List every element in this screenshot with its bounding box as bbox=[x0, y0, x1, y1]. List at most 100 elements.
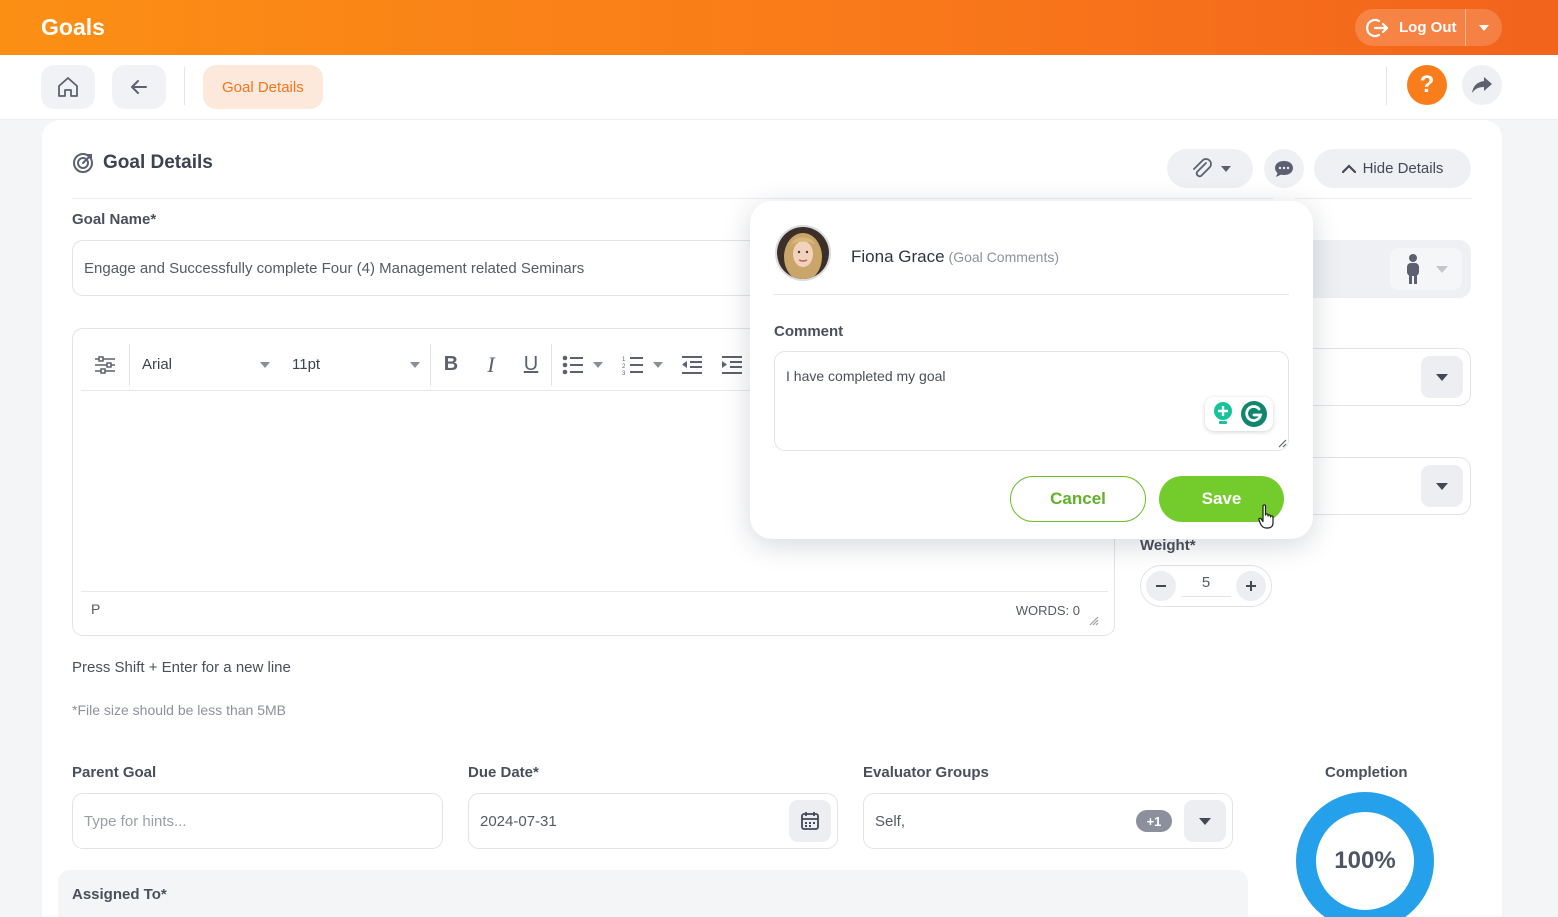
grammarly-icon bbox=[1240, 401, 1267, 427]
font-family-select[interactable]: Arial bbox=[130, 356, 280, 373]
breadcrumb-current[interactable]: Goal Details bbox=[203, 65, 323, 109]
parent-goal-label: Parent Goal bbox=[72, 764, 157, 781]
font-family-value: Arial bbox=[142, 356, 173, 373]
logout-control: Log Out bbox=[1355, 9, 1502, 46]
comment-author: Fiona Grace (Goal Comments) bbox=[851, 247, 1059, 267]
editor-status-bar: P WORDS: 0 bbox=[81, 591, 1108, 631]
sliders-icon bbox=[95, 355, 115, 374]
minus-icon bbox=[1156, 585, 1166, 587]
goal-name-label: Goal Name* bbox=[72, 211, 157, 228]
caret-down-icon bbox=[1436, 482, 1448, 490]
due-date-value: 2024-07-31 bbox=[480, 812, 557, 830]
app-title: Goals bbox=[41, 14, 105, 40]
caret-down-icon bbox=[410, 361, 420, 368]
plus-icon bbox=[1246, 581, 1256, 591]
svg-text:2: 2 bbox=[622, 364, 626, 370]
logout-menu-toggle[interactable] bbox=[1466, 9, 1502, 46]
divider bbox=[72, 198, 1472, 199]
assigned-to-label: Assigned To* bbox=[72, 886, 167, 903]
dropdown-toggle[interactable] bbox=[1421, 356, 1463, 398]
weight-label: Weight* bbox=[1140, 537, 1196, 554]
assigned-to-section: Assigned To* bbox=[58, 870, 1248, 917]
parent-goal-input[interactable]: Type for hints... bbox=[72, 793, 443, 849]
avatar bbox=[775, 225, 831, 281]
outdent-icon bbox=[682, 355, 702, 374]
calendar-icon bbox=[801, 812, 819, 830]
decrement-button[interactable] bbox=[1146, 571, 1176, 601]
caret-down-icon bbox=[1221, 165, 1231, 172]
comment-context: (Goal Comments) bbox=[948, 249, 1060, 265]
numbered-list-button[interactable]: 123 bbox=[612, 355, 672, 375]
share-icon bbox=[1472, 77, 1492, 93]
bold-icon[interactable]: B bbox=[431, 353, 471, 376]
caret-down-icon bbox=[1479, 24, 1489, 31]
owner-dropdown[interactable] bbox=[1390, 248, 1462, 290]
cancel-button[interactable]: Cancel bbox=[1010, 476, 1146, 522]
chat-bubble-icon bbox=[1275, 160, 1293, 177]
word-count: WORDS: 0 bbox=[1015, 603, 1080, 618]
bullet-list-button[interactable] bbox=[552, 355, 612, 375]
nav-bar: Goal Details ? bbox=[0, 55, 1558, 120]
element-path: P bbox=[91, 601, 101, 617]
completion-gauge: 100% bbox=[1296, 792, 1434, 917]
target-icon bbox=[73, 153, 93, 173]
help-icon: ? bbox=[1419, 71, 1435, 98]
font-size-select[interactable]: 11pt bbox=[280, 356, 430, 373]
weight-input[interactable]: 5 bbox=[1181, 574, 1231, 597]
more-count-badge: +1 bbox=[1136, 810, 1172, 832]
caret-down-icon bbox=[592, 361, 603, 368]
due-date-input[interactable]: 2024-07-31 bbox=[468, 793, 838, 849]
underline-icon[interactable]: U bbox=[511, 353, 551, 376]
home-button[interactable] bbox=[41, 65, 95, 109]
file-size-note: *File size should be less than 5MB bbox=[72, 702, 286, 718]
hide-details-label: Hide Details bbox=[1362, 160, 1444, 177]
evaluator-groups-select[interactable]: Self, +1 bbox=[863, 793, 1233, 849]
attachment-button[interactable] bbox=[1167, 149, 1253, 188]
weight-stepper: 5 bbox=[1140, 565, 1272, 607]
chevron-up-icon bbox=[1341, 163, 1356, 173]
caret-down-icon bbox=[1199, 817, 1211, 825]
comments-button[interactable] bbox=[1264, 149, 1304, 188]
caret-down-icon bbox=[1436, 373, 1448, 381]
resize-handle-icon[interactable] bbox=[1089, 616, 1099, 626]
top-bar: Goals Log Out bbox=[0, 0, 1558, 55]
divider bbox=[774, 294, 1289, 295]
calendar-button[interactable] bbox=[789, 800, 831, 842]
editor-hint: Press Shift + Enter for a new line bbox=[72, 659, 291, 676]
toolbar-toggle-button[interactable] bbox=[81, 355, 129, 374]
back-button[interactable] bbox=[112, 65, 166, 109]
hide-details-button[interactable]: Hide Details bbox=[1314, 149, 1471, 188]
divider bbox=[1386, 67, 1387, 105]
dropdown-toggle[interactable] bbox=[1184, 800, 1226, 842]
svg-text:1: 1 bbox=[622, 357, 626, 363]
person-icon bbox=[1407, 254, 1419, 284]
paperclip-icon bbox=[1193, 157, 1212, 177]
section-title: Goal Details bbox=[103, 152, 213, 173]
divider bbox=[184, 67, 185, 105]
italic-icon[interactable]: I bbox=[471, 352, 511, 378]
increment-button[interactable] bbox=[1236, 571, 1266, 601]
resize-handle-icon[interactable] bbox=[1278, 439, 1287, 448]
caret-down-icon bbox=[260, 361, 270, 368]
caret-down-icon bbox=[652, 361, 663, 368]
evaluator-groups-value: Self, bbox=[875, 812, 906, 830]
numbered-list-icon: 123 bbox=[622, 356, 643, 375]
svg-text:3: 3 bbox=[622, 371, 626, 375]
caret-down-icon bbox=[1436, 265, 1448, 273]
dropdown-toggle[interactable] bbox=[1421, 465, 1463, 507]
share-button[interactable] bbox=[1462, 65, 1502, 105]
logout-label: Log Out bbox=[1399, 19, 1457, 36]
section-header: Goal Details bbox=[72, 152, 213, 174]
indent-button[interactable] bbox=[712, 355, 752, 374]
lightbulb-icon bbox=[1213, 402, 1232, 424]
help-button[interactable]: ? bbox=[1407, 65, 1447, 105]
font-size-value: 11pt bbox=[292, 356, 321, 373]
logout-icon bbox=[1366, 18, 1389, 37]
grammarly-widget[interactable] bbox=[1205, 397, 1273, 431]
evaluator-groups-label: Evaluator Groups bbox=[863, 764, 989, 781]
comment-label: Comment bbox=[774, 323, 844, 340]
logout-button[interactable]: Log Out bbox=[1355, 9, 1465, 46]
outdent-button[interactable] bbox=[672, 355, 712, 374]
arrow-left-icon bbox=[131, 80, 147, 94]
home-icon bbox=[58, 77, 78, 97]
